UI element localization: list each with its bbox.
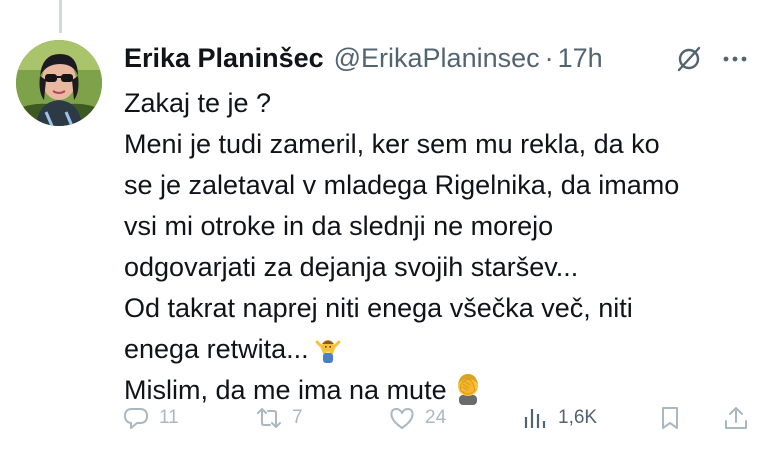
repost-count: 7 [292, 407, 303, 428]
tweet-actions-bar: 11 7 24 1,6K [0, 396, 768, 440]
bookmark-button[interactable] [656, 396, 684, 440]
like-count: 24 [425, 407, 447, 428]
grok-icon[interactable] [674, 44, 704, 74]
views-button[interactable]: 1,6K [521, 396, 597, 440]
tweet-header: Erika Planinšec @ErikaPlaninsec · 17h [124, 38, 603, 78]
tweet-text-line: se je zaletaval v mladega Rigelnika, da … [124, 170, 680, 200]
bookmark-icon [662, 407, 678, 429]
separator-dot: · [544, 42, 554, 73]
repost-icon [257, 408, 281, 428]
share-icon [725, 407, 747, 429]
like-icon [390, 408, 414, 429]
reply-count: 11 [159, 407, 179, 428]
display-name[interactable]: Erika Planinšec [124, 43, 324, 74]
like-button[interactable]: 24 [388, 396, 446, 440]
tweet-text-line: Od takrat naprej niti enega všečka več, … [124, 293, 633, 323]
user-handle[interactable]: @ErikaPlaninsec [334, 43, 540, 74]
tweet-text-line: odgovarjati za dejanja svojih staršev... [124, 252, 579, 282]
person-shrugging-emoji [315, 340, 341, 363]
tweet-text-line: vsi mi otroke in da slednji ne morejo [124, 211, 554, 241]
repost-button[interactable]: 7 [255, 396, 303, 440]
timestamp[interactable]: 17h [558, 43, 603, 74]
tweet-text-line: Zakaj te je ? [124, 88, 272, 118]
views-count: 1,6K [558, 407, 598, 428]
more-options-icon[interactable] [720, 44, 750, 74]
tweet-text-segment: enega retwita... [124, 334, 309, 364]
thread-connector-line [59, 0, 62, 33]
reply-icon [124, 408, 148, 429]
reply-button[interactable]: 11 [122, 396, 179, 440]
tweet-text-line: Meni je tudi zameril, ker sem mu rekla, … [124, 129, 660, 159]
share-button[interactable] [722, 396, 750, 440]
avatar-image [16, 40, 102, 126]
avatar[interactable] [16, 40, 102, 126]
tweet-text: Zakaj te je ? Meni je tudi zameril, ker … [124, 83, 754, 411]
tweet-text-line-with-emoji: enega retwita... [124, 329, 754, 370]
views-icon [524, 409, 546, 428]
